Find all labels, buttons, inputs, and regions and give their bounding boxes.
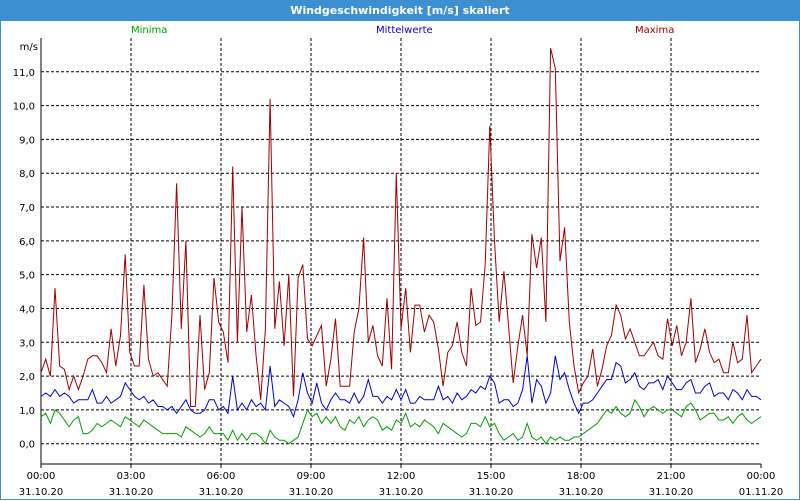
x-tick-time-label: 00:00	[27, 471, 56, 482]
x-tick-time-label: 00:00	[747, 471, 776, 482]
y-tick-label: 3,0	[19, 338, 35, 349]
y-tick-label: 10,0	[13, 102, 35, 113]
y-tick-label: 9,0	[19, 135, 35, 146]
x-tick-time-label: 12:00	[387, 471, 416, 482]
x-tick-date-label: 01.11.20	[739, 487, 784, 498]
y-tick-label: 0,0	[19, 440, 35, 451]
x-tick-date-label: 31.10.20	[19, 487, 64, 498]
x-tick-date-label: 31.10.20	[289, 487, 334, 498]
x-tick-date-label: 31.10.20	[379, 487, 424, 498]
wind-speed-chart: 0,0 1,0 2,0 3,0 4,0 5,0 6,0 7,0 8,0 9,0 10,0 11,0 m/…	[13, 38, 784, 498]
x-tick-time-label: 15:00	[477, 471, 506, 482]
series-line-minima	[40, 398, 762, 445]
series-line-maxima	[40, 47, 762, 407]
x-tick-time-label: 18:00	[567, 471, 596, 482]
y-axis-unit: m/s	[20, 42, 38, 53]
x-tick-date-label: 31.10.20	[199, 487, 244, 498]
x-tick-date-label: 31.10.20	[649, 487, 694, 498]
y-tick-label: 6,0	[19, 237, 35, 248]
y-tick-label: 5,0	[19, 271, 35, 282]
y-tick-label: 1,0	[19, 406, 35, 417]
y-tick-label: 8,0	[19, 169, 35, 180]
chart-window: Windgeschwindigkeit [m/s] skaliert Minim…	[0, 0, 800, 500]
x-tick-time-label: 09:00	[297, 471, 326, 482]
x-tick-date-label: 31.10.20	[559, 487, 604, 498]
y-tick-label: 11,0	[13, 68, 35, 79]
x-tick-time-label: 06:00	[207, 471, 236, 482]
x-tick-time-label: 03:00	[117, 471, 146, 482]
y-tick-label: 2,0	[19, 372, 35, 383]
x-tick-date-label: 31.10.20	[469, 487, 514, 498]
x-tick-date-label: 31.10.20	[109, 487, 154, 498]
x-tick-time-label: 21:00	[657, 471, 686, 482]
y-tick-label: 7,0	[19, 203, 35, 214]
y-tick-label: 4,0	[19, 304, 35, 315]
